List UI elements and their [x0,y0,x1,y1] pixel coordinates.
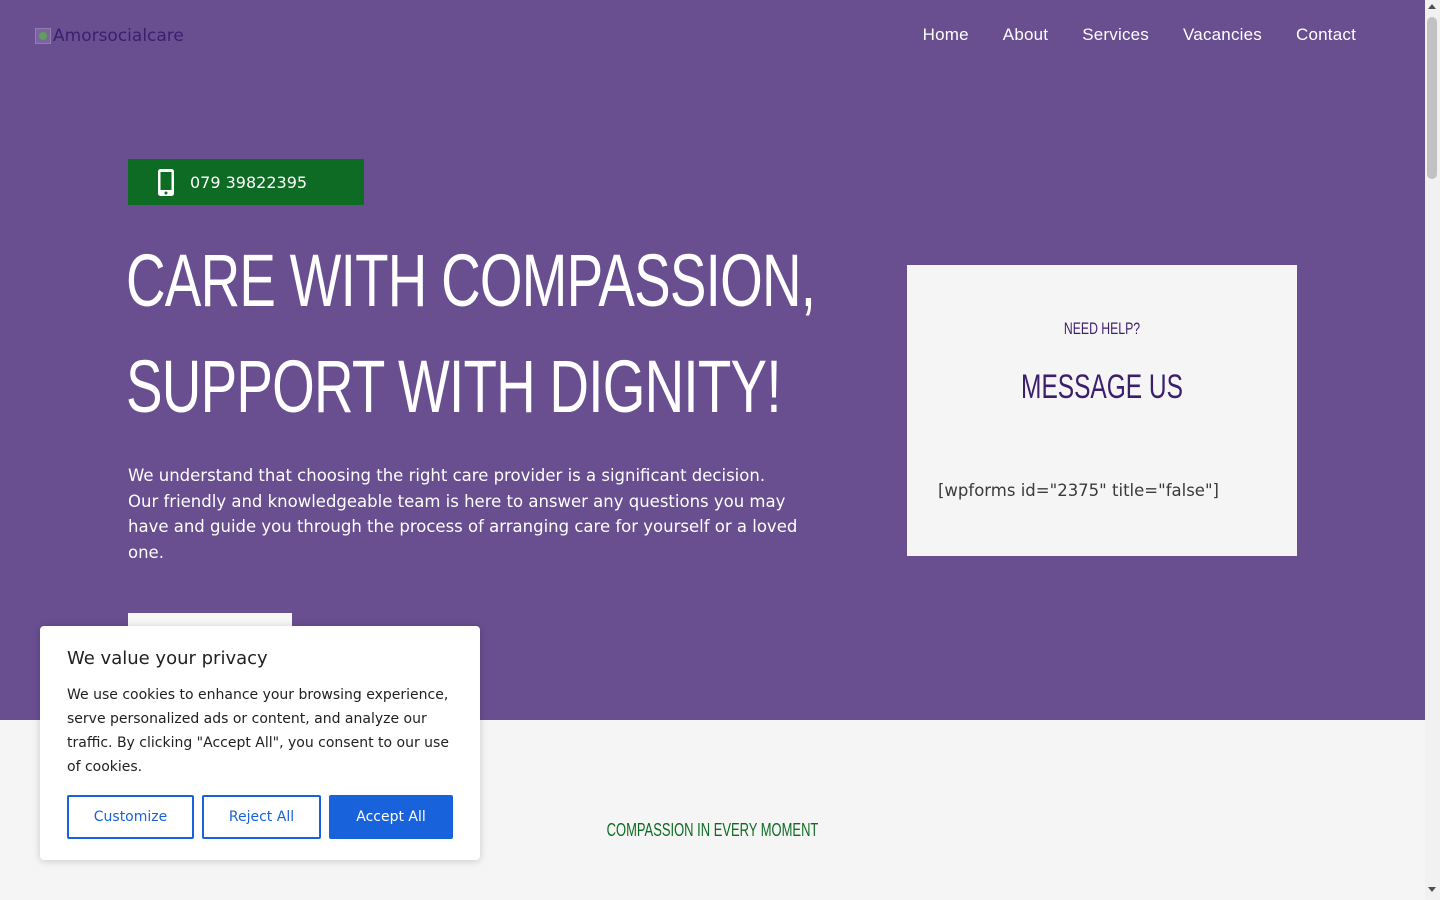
page-scrollbar[interactable] [1425,0,1440,900]
cookie-title: We value your privacy [67,648,268,669]
hero-intro-text: We understand that choosing the right ca… [128,466,798,562]
nav-about[interactable]: About [986,22,1065,48]
nav-services[interactable]: Services [1065,22,1166,48]
site-logo[interactable]: Amorsocialcare [35,25,184,47]
card-eyebrow: NEED HELP? [1063,319,1141,338]
nav-vacancies[interactable]: Vacancies [1166,22,1279,48]
scroll-down-arrow-icon[interactable] [1428,887,1436,892]
accept-all-button[interactable]: Accept All [329,795,453,839]
cookie-consent-banner: We value your privacy We use cookies to … [40,626,480,860]
phone-button[interactable]: 079 39822395 [128,159,364,205]
cookie-text: We use cookies to enhance your browsing … [67,687,449,775]
scrollbar-thumb[interactable] [1427,17,1437,179]
hero-section: Amorsocialcare Home About Services Vacan… [0,0,1425,720]
mobile-phone-icon [158,168,174,196]
phone-number: 079 39822395 [190,172,308,192]
hero-headline: CARE WITH COMPASSION, SUPPORT WITH DIGNI… [126,228,816,440]
headline-line-1: CARE WITH COMPASSION, [126,239,816,322]
nav-contact[interactable]: Contact [1279,22,1373,48]
headline-line-2: SUPPORT WITH DIGNITY! [126,345,782,428]
scroll-up-arrow-icon[interactable] [1428,4,1436,9]
card-title: MESSAGE US [1021,368,1183,406]
reject-all-button[interactable]: Reject All [202,795,321,839]
broken-image-icon [35,28,51,44]
form-shortcode-text: [wpforms id="2375" title="false"] [938,481,1219,500]
nav-home[interactable]: Home [906,22,986,48]
logo-alt-text: Amorsocialcare [53,26,184,46]
message-us-card: NEED HELP? MESSAGE US [wpforms id="2375"… [907,265,1297,556]
main-nav: Home About Services Vacancies Contact [906,22,1373,48]
customize-button[interactable]: Customize [67,795,194,839]
